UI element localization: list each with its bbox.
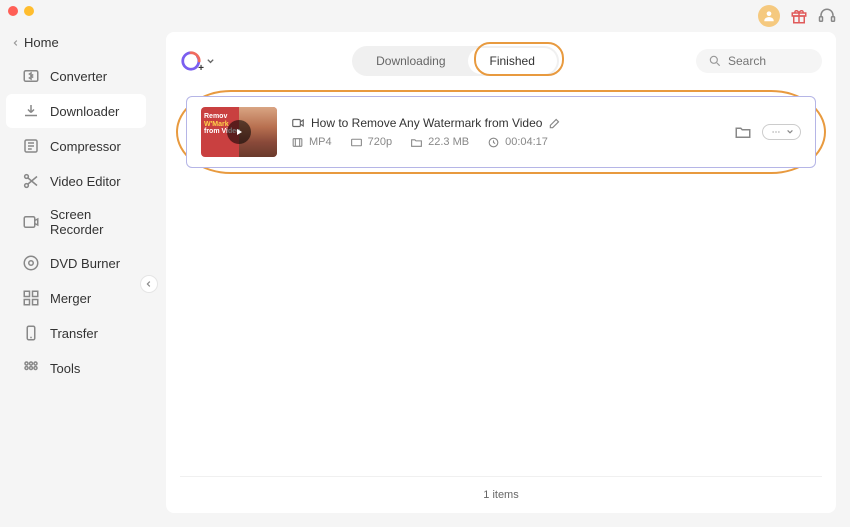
merger-icon (22, 289, 40, 307)
meta-duration: 00:04:17 (487, 136, 548, 149)
tab-downloading[interactable]: Downloading (354, 48, 467, 74)
items-count: 1 items (180, 476, 822, 513)
window-close-button[interactable] (8, 6, 18, 16)
ellipsis-icon (769, 127, 783, 137)
disc-icon (22, 254, 40, 272)
video-thumbnail: Remov W'Mark from Video (201, 107, 277, 157)
sidebar-item-label: Video Editor (50, 174, 121, 189)
sidebar-item-transfer[interactable]: Transfer (6, 316, 146, 350)
sidebar-item-compressor[interactable]: Compressor (6, 129, 146, 163)
play-icon (227, 120, 251, 144)
scissors-icon (22, 172, 40, 190)
annotation-highlight: Remov W'Mark from Video How to Remove An… (176, 90, 826, 174)
download-item[interactable]: Remov W'Mark from Video How to Remove An… (186, 96, 816, 168)
sidebar-item-label: Merger (50, 291, 91, 306)
film-icon (291, 136, 304, 149)
chevron-left-icon (145, 280, 153, 288)
converter-icon (22, 67, 40, 85)
sidebar-item-label: Compressor (50, 139, 121, 154)
search-icon (708, 54, 722, 68)
item-title: How to Remove Any Watermark from Video (311, 116, 542, 130)
recorder-icon (22, 213, 40, 231)
add-download-button[interactable]: + (180, 50, 215, 72)
more-actions-button[interactable] (762, 124, 801, 140)
main-panel: + Downloading Finished (166, 32, 836, 513)
sidebar-home-label: Home (24, 35, 59, 50)
sidebar-item-label: Tools (50, 361, 80, 376)
tab-finished[interactable]: Finished (468, 48, 557, 74)
video-camera-icon (291, 116, 305, 130)
sidebar-item-downloader[interactable]: Downloader (6, 94, 146, 128)
sidebar-home[interactable]: Home (0, 27, 152, 58)
meta-size: 22.3 MB (410, 136, 469, 149)
sidebar-item-merger[interactable]: Merger (6, 281, 146, 315)
sidebar-item-label: Screen Recorder (50, 207, 130, 237)
search-input[interactable] (728, 54, 808, 68)
sidebar-item-label: Transfer (50, 326, 98, 341)
meta-resolution: 720p (350, 136, 392, 149)
plus-icon: + (198, 63, 204, 74)
tab-segmented-control: Downloading Finished (352, 46, 559, 76)
sidebar-item-label: Downloader (50, 104, 119, 119)
sidebar: Home Converter Downloader Compressor Vid… (0, 22, 152, 527)
open-folder-button[interactable] (734, 123, 752, 141)
transfer-icon (22, 324, 40, 342)
meta-format: MP4 (291, 136, 332, 149)
folder-icon (410, 136, 423, 149)
sidebar-item-tools[interactable]: Tools (6, 351, 146, 385)
sidebar-item-converter[interactable]: Converter (6, 59, 146, 93)
sidebar-item-video-editor[interactable]: Video Editor (6, 164, 146, 198)
search-field[interactable] (696, 49, 822, 73)
folder-icon (734, 123, 752, 141)
window-titlebar (0, 0, 850, 22)
resolution-icon (350, 136, 363, 149)
clock-icon (487, 136, 500, 149)
chevron-left-icon (12, 39, 20, 47)
edit-icon[interactable] (548, 116, 562, 130)
downloader-icon (22, 102, 40, 120)
grid-icon (22, 359, 40, 377)
sidebar-collapse-button[interactable] (140, 275, 158, 293)
sidebar-item-label: DVD Burner (50, 256, 120, 271)
sidebar-item-screen-recorder[interactable]: Screen Recorder (6, 199, 146, 245)
sidebar-item-label: Converter (50, 69, 107, 84)
chevron-down-icon (206, 57, 215, 66)
sidebar-item-dvd-burner[interactable]: DVD Burner (6, 246, 146, 280)
window-minimize-button[interactable] (24, 6, 34, 16)
chevron-down-icon (786, 128, 794, 136)
compressor-icon (22, 137, 40, 155)
